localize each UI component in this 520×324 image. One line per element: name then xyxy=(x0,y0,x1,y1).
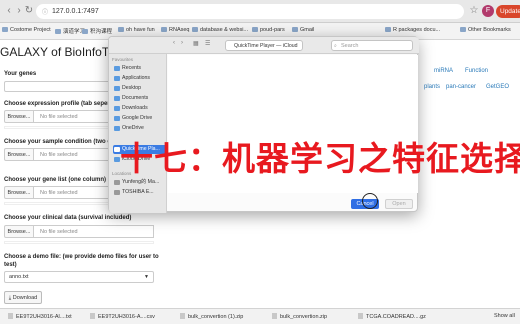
folder-icon xyxy=(192,27,198,32)
sample-label: Choose your sample condition (two co xyxy=(4,139,115,145)
file-icon xyxy=(180,313,185,319)
clinical-label: Choose your clinical data (survival incl… xyxy=(4,215,132,221)
folder-icon xyxy=(460,27,466,32)
back-icon[interactable]: ‹ xyxy=(173,40,175,46)
info-icon[interactable]: ⓘ xyxy=(42,7,48,16)
cursor-highlight-icon xyxy=(362,193,378,209)
download-icon: ⤓ xyxy=(8,295,12,301)
avatar[interactable]: F xyxy=(482,5,494,17)
reload-icon[interactable]: ↻ xyxy=(23,5,35,16)
folder-icon xyxy=(55,29,61,34)
file-icon xyxy=(90,313,95,319)
grid-view-icon[interactable]: ▦ xyxy=(193,40,199,47)
show-all-link[interactable]: Show all xyxy=(494,313,515,319)
sidebar-item-recents[interactable]: Recents xyxy=(113,64,167,73)
bookmark-item[interactable]: poud-pars xyxy=(252,27,285,33)
demo-label: Choose a demo file: (we provide demo fil… xyxy=(4,254,159,260)
genes-label: Your genes xyxy=(4,71,37,77)
demo-label-line2: test) xyxy=(4,262,17,268)
browse-button[interactable]: Browse... xyxy=(4,225,34,238)
clock-icon xyxy=(114,66,120,71)
downloads-bar: EE9T2UH3016-Al....txt EE9T2UH3016-A....c… xyxy=(0,308,520,324)
open-button[interactable]: Open xyxy=(385,199,413,209)
browse-button[interactable]: Browse... xyxy=(4,110,34,123)
file-icon xyxy=(272,313,277,319)
demo-select[interactable]: anno.txt ▼ xyxy=(4,271,154,283)
folder-icon xyxy=(114,126,120,131)
folder-icon xyxy=(82,29,88,34)
bookmark-item[interactable]: 演道学习 xyxy=(55,27,85,35)
sidebar-item-applications[interactable]: Applications xyxy=(113,74,167,83)
address-bar-area: ‹ › ↻ 127.0.0.1:7497 ⓘ ☆ F Update xyxy=(0,0,520,23)
folder-icon xyxy=(114,116,120,121)
bookmark-item[interactable]: R packages docu... xyxy=(385,27,440,33)
link-mirna[interactable]: miRNA xyxy=(434,68,453,74)
file-dialog: ‹ › ▦ ☰ QuickTime Player — iCloud ⌕ Sear… xyxy=(108,36,419,213)
list-view-icon[interactable]: ☰ xyxy=(205,40,210,47)
browse-button[interactable]: Browse... xyxy=(4,148,34,161)
download-item[interactable]: EE9T2UH3016-A....csv xyxy=(90,313,155,320)
demo-selected-value: anno.txt xyxy=(9,274,29,280)
file-status: No file selected xyxy=(34,225,154,238)
bookmark-item[interactable]: database & websi... xyxy=(192,27,248,33)
download-item[interactable]: EE9T2UH3016-Al....txt xyxy=(8,313,72,320)
file-icon xyxy=(358,313,363,319)
browse-button[interactable]: Browse... xyxy=(4,186,34,199)
other-bookmarks[interactable]: Other Bookmarks xyxy=(460,27,511,33)
dialog-search-input[interactable]: ⌕ Search xyxy=(331,40,413,51)
sidebar-item-google-drive[interactable]: Google Drive xyxy=(113,114,167,123)
bookmark-item[interactable]: oh have fun xyxy=(118,27,155,33)
link-plants[interactable]: plants xyxy=(424,84,440,90)
expression-label: Choose expression profile (tab seperated xyxy=(4,101,123,107)
sidebar-item-toshiba[interactable]: TOSHIBA E... xyxy=(113,188,167,197)
forward-icon[interactable]: › xyxy=(181,40,183,46)
download-button[interactable]: ⤓ Download xyxy=(4,291,42,304)
url-field[interactable]: 127.0.0.1:7497 xyxy=(36,4,464,19)
folder-icon xyxy=(385,27,391,32)
page-title: GALAXY of BioInfoTo xyxy=(0,45,115,59)
gmail-icon xyxy=(292,27,298,32)
bookmark-item[interactable]: 积沟课程 xyxy=(82,27,112,35)
genelist-label: Choose your gene list (one column) xyxy=(4,177,107,183)
folder-icon xyxy=(2,27,8,32)
favourites-header: Favourites xyxy=(112,57,134,62)
bookmark-item[interactable]: Gmail xyxy=(292,27,314,33)
bookmark-item[interactable]: RNAseq xyxy=(161,27,189,33)
download-item[interactable]: TCGA.COADREAD....gz xyxy=(358,313,426,320)
sidebar-item-documents[interactable]: Documents xyxy=(113,94,167,103)
sidebar-item-desktop[interactable]: Desktop xyxy=(113,84,167,93)
folder-icon xyxy=(161,27,167,32)
dialog-toolbar: ‹ › ▦ ☰ QuickTime Player — iCloud ⌕ Sear… xyxy=(109,37,419,54)
search-icon: ⌕ xyxy=(334,43,337,49)
download-icon xyxy=(114,106,120,111)
chevron-down-icon: ▼ xyxy=(144,274,149,280)
sidebar-item-downloads[interactable]: Downloads xyxy=(113,104,167,113)
overlay-caption: 十七：机器学习之特征选择 xyxy=(120,140,520,177)
drive-icon xyxy=(114,190,120,195)
download-item[interactable]: bulk_convertion.zip xyxy=(272,313,327,320)
link-pan-cancer[interactable]: pan-cancer xyxy=(446,84,476,90)
folder-icon xyxy=(252,27,258,32)
link-function[interactable]: Function xyxy=(465,68,488,74)
star-icon[interactable]: ☆ xyxy=(468,5,480,16)
folder-icon xyxy=(118,27,124,32)
applications-icon xyxy=(114,76,120,81)
location-select[interactable]: QuickTime Player — iCloud xyxy=(225,40,303,51)
document-icon xyxy=(114,96,120,101)
upload-progress xyxy=(4,241,154,244)
file-icon xyxy=(8,313,13,319)
link-getgeo[interactable]: GetGEO xyxy=(486,84,509,90)
update-button[interactable]: Update xyxy=(496,5,520,18)
download-item[interactable]: bulk_convertion (1).zip xyxy=(180,313,243,320)
desktop-icon xyxy=(114,86,120,91)
bookmark-item[interactable]: Costome Project xyxy=(2,27,51,33)
computer-icon xyxy=(114,180,120,185)
